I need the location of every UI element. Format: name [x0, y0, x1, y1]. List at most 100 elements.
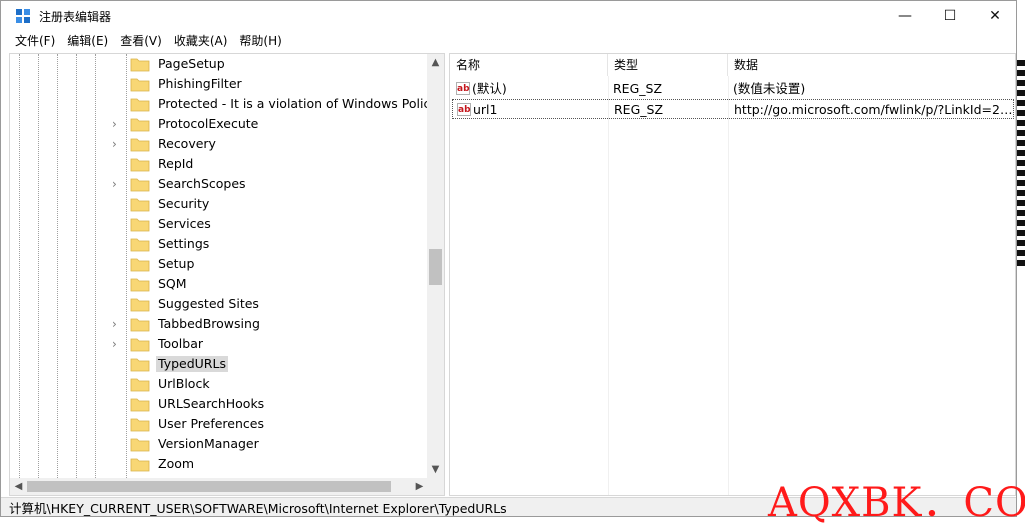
folder-icon [130, 197, 150, 212]
scroll-down-icon[interactable]: ▼ [427, 461, 444, 478]
folder-icon [130, 57, 150, 72]
menu-favorites[interactable]: 收藏夹(A) [168, 31, 234, 51]
tree-item-label: URLSearchHooks [158, 396, 265, 411]
tree-item[interactable]: User Preferences [10, 414, 428, 434]
tree-vertical-scrollbar[interactable]: ▲ ▼ [427, 54, 444, 478]
title-bar[interactable]: 注册表编辑器 — ☐ ✕ [1, 1, 1016, 31]
folder-icon [130, 217, 150, 232]
tree-item[interactable]: SQM [10, 274, 428, 294]
folder-icon [130, 257, 150, 272]
value-type: REG_SZ [613, 81, 663, 96]
folder-icon [130, 457, 150, 472]
tree-item-label: Security [158, 196, 210, 211]
string-value-icon: ab [457, 103, 471, 116]
folder-icon [130, 297, 150, 312]
tree-item-label: Toolbar [158, 336, 204, 351]
column-header-type[interactable]: 类型 [608, 54, 728, 76]
tree-item[interactable]: VersionManager [10, 434, 428, 454]
value-row[interactable]: ab url1 REG_SZ http://go.microsoft.com/f… [452, 99, 1014, 119]
value-name: (默认) [472, 81, 507, 96]
tree-item[interactable]: › Toolbar [10, 334, 428, 354]
scroll-up-icon[interactable]: ▲ [427, 54, 444, 71]
tree-item-label: PhishingFilter [158, 76, 242, 91]
tree-item-label: RepId [158, 156, 194, 171]
folder-icon [130, 337, 150, 352]
registry-editor-window: 注册表编辑器 — ☐ ✕ 文件(F) 编辑(E) 查看(V) 收藏夹(A) 帮助(H) … [0, 0, 1017, 517]
tree-item[interactable]: › SearchScopes [10, 174, 428, 194]
value-data: (数值未设置) [733, 81, 806, 96]
tree-item-label: VersionManager [158, 436, 259, 451]
string-value-icon: ab [456, 82, 470, 95]
tree-item[interactable]: UrlBlock [10, 374, 428, 394]
tree-item[interactable]: › Recovery [10, 134, 428, 154]
window-title: 注册表编辑器 [39, 10, 112, 24]
tree-item-label: Zoom [158, 456, 195, 471]
tree-item-label: TypedURLs [156, 356, 228, 372]
tree-item[interactable]: TypedURLs [10, 354, 428, 374]
folder-icon [130, 137, 150, 152]
column-header-name[interactable]: 名称 [450, 54, 608, 76]
key-tree-pane: PageSetup PhishingFilter Protected - It is… [9, 53, 445, 496]
folder-icon [130, 157, 150, 172]
folder-icon [130, 277, 150, 292]
column-divider [728, 76, 729, 495]
tree-item[interactable]: PageSetup [10, 54, 428, 74]
chevron-right-icon[interactable]: › [112, 178, 122, 190]
tree-item-label: Services [158, 216, 211, 231]
scroll-thumb[interactable] [27, 481, 391, 492]
registry-editor-app-icon [16, 9, 30, 23]
folder-icon [130, 317, 150, 332]
tree-item-label: Recovery [158, 136, 216, 151]
close-button[interactable]: ✕ [972, 1, 1016, 31]
menu-edit[interactable]: 编辑(E) [61, 31, 114, 51]
registry-path: 计算机\HKEY_CURRENT_USER\SOFTWARE\Microsoft… [9, 501, 507, 516]
scroll-left-icon[interactable]: ◀ [10, 478, 27, 495]
menu-view[interactable]: 查看(V) [114, 31, 168, 51]
tree-item[interactable]: Zoom [10, 454, 428, 474]
tree-item[interactable]: Settings [10, 234, 428, 254]
menu-file[interactable]: 文件(F) [9, 31, 61, 51]
tree-item[interactable]: Services [10, 214, 428, 234]
column-divider [608, 76, 609, 495]
scroll-right-icon[interactable]: ▶ [411, 478, 428, 495]
tree-item[interactable]: URLSearchHooks [10, 394, 428, 414]
tree-item-label: Setup [158, 256, 195, 271]
tree-item[interactable]: RepId [10, 154, 428, 174]
value-name: url1 [473, 102, 498, 117]
tree-item-label: ProtocolExecute [158, 116, 259, 131]
value-row[interactable]: ab (默认) REG_SZ (数值未设置) [452, 79, 1014, 99]
chevron-right-icon[interactable]: › [112, 118, 122, 130]
tree-item-label: SearchScopes [158, 176, 246, 191]
tree-horizontal-scrollbar[interactable]: ◀ ▶ [10, 478, 428, 495]
background-window-edge [1017, 60, 1025, 270]
tree-item[interactable]: PhishingFilter [10, 74, 428, 94]
tree-item[interactable]: Suggested Sites [10, 294, 428, 314]
folder-icon [130, 377, 150, 392]
tree-item-label: UrlBlock [158, 376, 210, 391]
tree-item-label: Protected - It is a violation of Windows… [158, 96, 428, 111]
column-header-data[interactable]: 数据 [728, 54, 1015, 76]
tree-item[interactable]: › ProtocolExecute [10, 114, 428, 134]
chevron-right-icon[interactable]: › [112, 138, 122, 150]
tree-item-label: Settings [158, 236, 210, 251]
folder-icon [130, 177, 150, 192]
menu-bar: 文件(F) 编辑(E) 查看(V) 收藏夹(A) 帮助(H) [1, 31, 1016, 51]
folder-icon [130, 237, 150, 252]
tree-item[interactable]: Security [10, 194, 428, 214]
tree-item-label: Suggested Sites [158, 296, 259, 311]
scroll-corner [427, 478, 444, 495]
chevron-right-icon[interactable]: › [112, 338, 122, 350]
tree-item[interactable]: › TabbedBrowsing [10, 314, 428, 334]
tree-item[interactable]: Setup [10, 254, 428, 274]
folder-icon [130, 417, 150, 432]
tree-item-label: PageSetup [158, 56, 225, 71]
value-type: REG_SZ [614, 102, 664, 117]
maximize-button[interactable]: ☐ [927, 1, 973, 31]
menu-help[interactable]: 帮助(H) [233, 31, 287, 51]
folder-icon [130, 97, 150, 112]
tree-item[interactable]: Protected - It is a violation of Windows… [10, 94, 428, 114]
minimize-button[interactable]: — [882, 1, 928, 31]
scroll-thumb[interactable] [429, 249, 442, 285]
folder-icon [130, 77, 150, 92]
chevron-right-icon[interactable]: › [112, 318, 122, 330]
